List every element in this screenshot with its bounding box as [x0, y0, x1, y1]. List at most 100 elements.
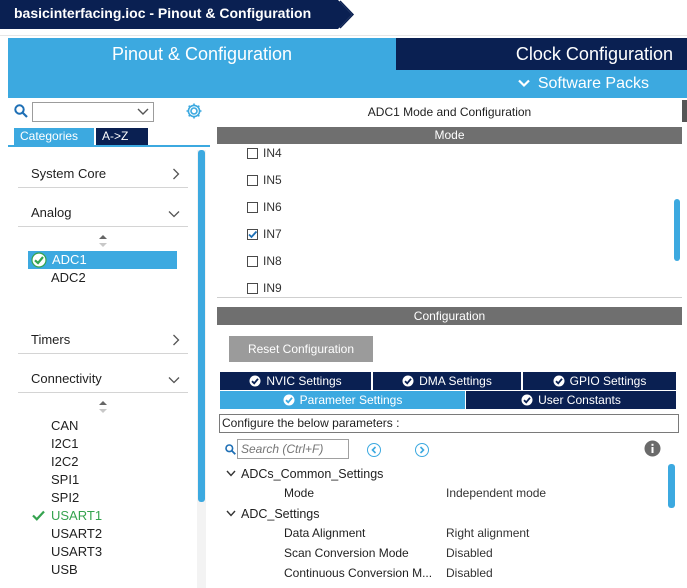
chevron-down-icon — [518, 70, 530, 98]
check-circle-icon — [521, 393, 533, 411]
checkbox[interactable] — [247, 148, 258, 159]
tab-parameter-settings[interactable]: Parameter Settings — [220, 391, 465, 409]
checkbox[interactable] — [247, 283, 258, 294]
window-title: basicinterfacing.ioc - Pinout & Configur… — [14, 5, 312, 21]
tab-label: DMA Settings — [419, 374, 492, 388]
param-name: Continuous Conversion M... — [284, 566, 433, 580]
tab-label: NVIC Settings — [266, 374, 342, 388]
category-label: Connectivity — [31, 371, 102, 386]
check-circle-icon — [553, 374, 565, 392]
chevron-down-icon — [168, 373, 180, 387]
category-connectivity[interactable]: Connectivity — [18, 363, 188, 393]
list-item-i2c2[interactable]: I2C2 — [51, 453, 78, 471]
category-system-core[interactable]: System Core — [18, 158, 188, 188]
param-value[interactable]: Disabled — [446, 566, 493, 580]
check-circle-icon — [283, 393, 295, 411]
checkbox[interactable] — [247, 202, 258, 213]
channel-label: IN9 — [263, 281, 282, 295]
checkmark-icon — [248, 230, 258, 239]
chevron-left-icon — [371, 445, 377, 454]
sidebar-scrollbar-thumb[interactable] — [198, 150, 205, 502]
chevron-down-icon — [226, 466, 236, 480]
chevron-down-icon[interactable] — [137, 106, 149, 120]
mode-channel-list: IN4 IN5 IN6 IN7 IN8 IN9 — [217, 144, 682, 298]
channel-label: IN4 — [263, 146, 282, 160]
category-timers[interactable]: Timers — [18, 324, 188, 354]
tab-a-z[interactable]: A->Z — [96, 128, 148, 145]
info-icon[interactable] — [644, 440, 661, 460]
search-previous-button[interactable] — [367, 443, 381, 457]
list-item-usart1[interactable]: USART1 — [51, 507, 102, 525]
list-item-usart2[interactable]: USART2 — [51, 525, 102, 543]
list-item-label: ADC1 — [52, 252, 87, 267]
checkmark-icon — [32, 510, 45, 524]
list-item-i2c1[interactable]: I2C1 — [51, 435, 78, 453]
search-icon — [225, 444, 236, 458]
software-packs-label: Software Packs — [537, 75, 649, 92]
param-group-label: ADCs_Common_Settings — [241, 467, 384, 481]
category-label: System Core — [31, 166, 107, 181]
gear-icon[interactable] — [185, 102, 203, 123]
tab-pinout-configuration[interactable]: Pinout & Configuration — [8, 38, 396, 70]
sidebar-search-row — [8, 98, 210, 126]
software-packs-menu[interactable]: Software Packs — [518, 70, 649, 98]
list-item-can[interactable]: CAN — [51, 417, 78, 435]
param-name: Scan Conversion Mode — [284, 546, 409, 560]
tab-nvic-settings[interactable]: NVIC Settings — [220, 372, 371, 390]
tab-label: Parameter Settings — [299, 393, 403, 407]
check-circle-icon — [31, 252, 47, 271]
main-tab-bar: Pinout & Configuration Clock Configurati… — [8, 38, 687, 70]
tab-label: GPIO Settings — [569, 374, 647, 388]
mode-scrollbar-thumb[interactable] — [674, 199, 680, 261]
software-packs-bar: Software Packs — [8, 70, 687, 98]
category-label: Timers — [31, 332, 71, 347]
checkbox-checked[interactable] — [247, 229, 258, 240]
sort-arrows-icon[interactable] — [99, 235, 107, 250]
channel-label: IN7 — [263, 227, 282, 241]
list-item-usb[interactable]: USB — [51, 561, 78, 579]
check-circle-icon — [402, 374, 414, 392]
chevron-down-icon — [168, 207, 180, 221]
list-item-adc2[interactable]: ADC2 — [51, 269, 86, 287]
param-group-adc-settings[interactable]: ADC_Settings — [226, 506, 320, 521]
list-item-spi2[interactable]: SPI2 — [51, 489, 79, 507]
window-titlebar: basicinterfacing.ioc - Pinout & Configur… — [0, 0, 687, 36]
component-sidebar: Categories A->Z System Core Analog ADC1 … — [8, 98, 210, 588]
panel-splitter-handle[interactable] — [682, 100, 687, 122]
chevron-right-icon — [172, 168, 180, 183]
configure-parameters-note: Configure the below parameters : — [219, 414, 679, 433]
tab-clock-configuration[interactable]: Clock Configuration — [396, 38, 687, 70]
list-item-usart3[interactable]: USART3 — [51, 543, 102, 561]
chevron-down-icon — [226, 506, 236, 520]
tab-dma-settings[interactable]: DMA Settings — [373, 372, 521, 390]
checkbox[interactable] — [247, 256, 258, 267]
sort-arrows-icon[interactable] — [99, 401, 107, 416]
title-breadcrumb: basicinterfacing.ioc - Pinout & Configur… — [0, 0, 355, 29]
reset-configuration-button[interactable]: Reset Configuration — [229, 336, 373, 362]
category-analog[interactable]: Analog — [18, 197, 188, 227]
checkbox[interactable] — [247, 175, 258, 186]
tab-gpio-settings[interactable]: GPIO Settings — [523, 372, 676, 390]
param-value[interactable]: Independent mode — [446, 486, 546, 500]
param-name: Data Alignment — [284, 526, 366, 540]
check-circle-icon — [249, 374, 261, 392]
configuration-section-header: Configuration — [217, 307, 682, 325]
param-group-adcs-common-settings[interactable]: ADCs_Common_Settings — [226, 466, 383, 481]
parameter-scrollbar-thumb[interactable] — [668, 464, 675, 508]
sidebar-divider — [8, 145, 210, 147]
chevron-right-icon — [419, 445, 425, 454]
channel-label: IN5 — [263, 173, 282, 187]
search-next-button[interactable] — [415, 443, 429, 457]
list-item-spi1[interactable]: SPI1 — [51, 471, 79, 489]
mode-panel-title: ADC1 Mode and Configuration — [367, 105, 532, 119]
parameter-search-input[interactable] — [238, 440, 348, 458]
tab-user-constants[interactable]: User Constants — [466, 391, 676, 409]
category-label: Analog — [31, 205, 72, 220]
list-item-adc1[interactable]: ADC1 — [28, 251, 177, 269]
tab-categories[interactable]: Categories — [14, 128, 94, 145]
param-value[interactable]: Disabled — [446, 546, 493, 560]
param-value[interactable]: Right alignment — [446, 526, 529, 540]
param-group-label: ADC_Settings — [241, 507, 320, 521]
sidebar-search-combobox[interactable] — [32, 102, 154, 122]
parameter-search-box[interactable] — [237, 439, 349, 459]
